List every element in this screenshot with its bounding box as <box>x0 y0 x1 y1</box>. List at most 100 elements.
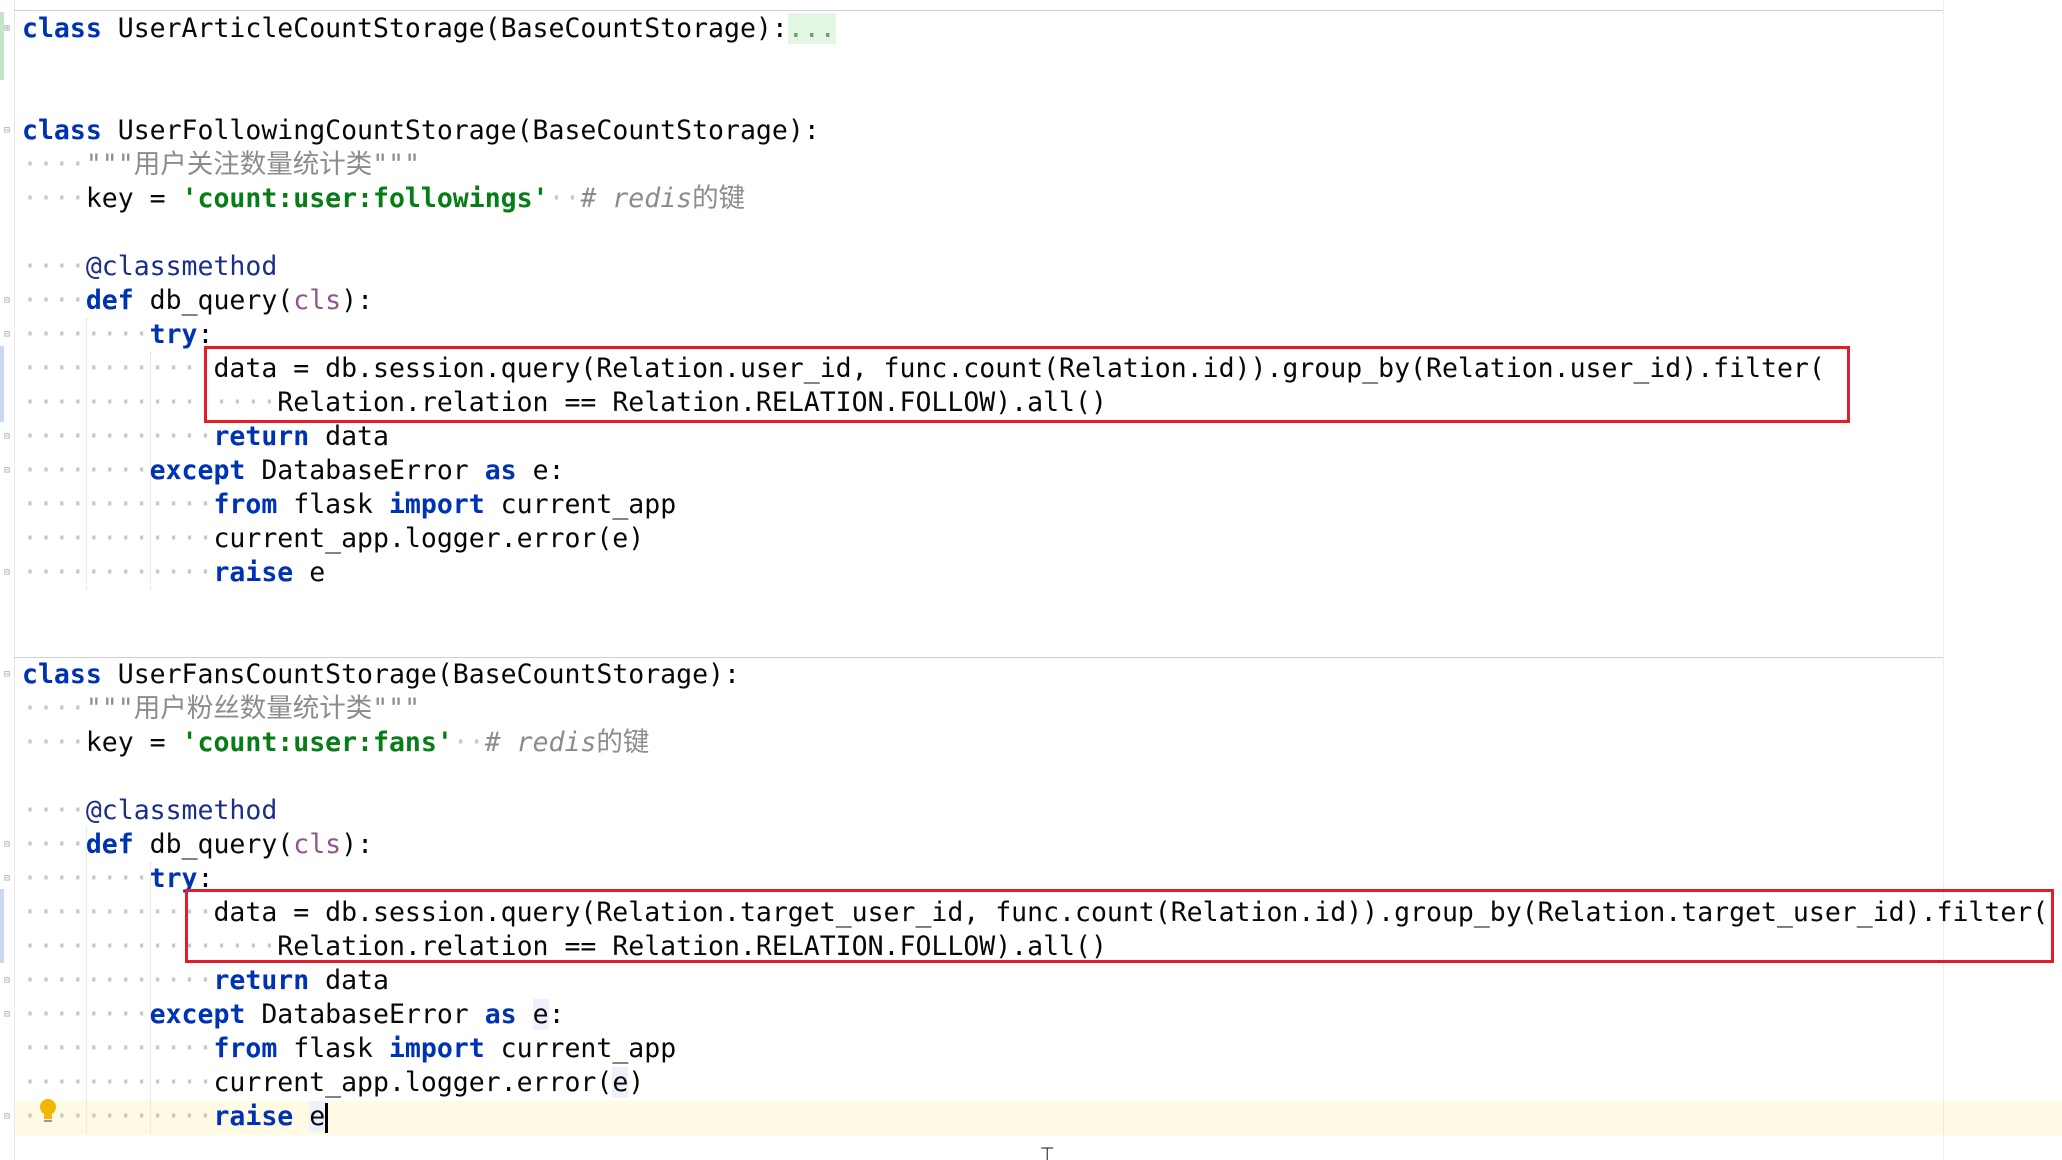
code-editor[interactable]: ⊞ ⊟ ⊟ ⊟ ⊟ ⊟ ⊟ ⊟ ⊟ ⊟ ⊟ ⊟ ⊟ class UserArticleCountStor… <box>0 0 2062 1160</box>
text-cursor-icon: ⌶ <box>1040 1142 1055 1160</box>
code-token: class <box>22 13 102 44</box>
code-token: e: <box>516 455 565 486</box>
fold-marker-icon[interactable]: ⊟ <box>2 126 12 136</box>
code-line[interactable]: ········except DatabaseError as e: <box>22 454 565 488</box>
code-token: raise <box>213 1101 294 1132</box>
code-token: except <box>149 999 246 1030</box>
code-token: ············ <box>22 353 214 384</box>
right-margin-guide <box>1943 0 1944 1160</box>
code-token: e <box>532 999 549 1030</box>
code-line[interactable]: ····"""用户粉丝数量统计类""" <box>22 692 420 726</box>
code-line[interactable]: ····def db_query(cls): <box>22 284 373 318</box>
code-token: return <box>213 965 310 996</box>
code-token: class <box>22 115 102 146</box>
fold-marker-icon[interactable]: ⊟ <box>2 296 12 306</box>
code-token: try <box>149 319 198 350</box>
code-token: flask <box>277 489 389 520</box>
code-line[interactable]: ········try: <box>22 318 213 352</box>
code-token: DatabaseError <box>245 455 485 486</box>
change-marker <box>0 12 4 80</box>
code-token: e <box>309 1101 326 1132</box>
indent-guide <box>150 352 151 590</box>
lightbulb-icon[interactable] <box>38 1097 58 1125</box>
code-token: key = <box>85 183 182 214</box>
code-token: from <box>213 489 278 520</box>
code-line[interactable]: ····def db_query(cls): <box>22 828 373 862</box>
code-token: flask <box>277 1033 389 1064</box>
code-token: ): <box>341 285 374 316</box>
highlight-box-following-query <box>204 346 1850 423</box>
method-separator <box>14 10 1943 11</box>
code-line[interactable]: ············current_app.logger.error(e) <box>22 522 644 556</box>
code-token: from <box>213 1033 278 1064</box>
code-line[interactable]: ····"""用户关注数量统计类""" <box>22 148 420 182</box>
code-token: key = <box>85 727 182 758</box>
code-token: """用户关注数量统计类""" <box>85 149 421 180</box>
code-token: ·· <box>548 183 581 214</box>
code-token: ············ <box>22 489 214 520</box>
code-token: ···· <box>22 183 86 214</box>
code-token: ············ <box>22 523 214 554</box>
code-line[interactable]: ············current_app.logger.error(e) <box>22 1066 644 1100</box>
change-marker <box>0 889 4 963</box>
editor-gutter[interactable]: ⊞ ⊟ ⊟ ⊟ ⊟ ⊟ ⊟ ⊟ ⊟ ⊟ ⊟ ⊟ ⊟ <box>0 0 15 1160</box>
code-token: ············ <box>22 1067 214 1098</box>
code-line[interactable]: ············return data <box>22 964 389 998</box>
code-token: ···· <box>22 727 86 758</box>
code-token: db_query( <box>133 285 294 316</box>
fold-marker-icon[interactable]: ⊟ <box>2 1112 12 1122</box>
code-line[interactable]: ············raise e <box>22 556 325 590</box>
code-token: ···· <box>22 693 86 724</box>
code-token: # redis <box>484 727 597 758</box>
change-marker <box>0 346 4 422</box>
fold-marker-icon[interactable]: ⊟ <box>2 432 12 442</box>
code-token: data <box>309 965 389 996</box>
code-token: ············ <box>22 1033 214 1064</box>
fold-marker-icon[interactable]: ⊟ <box>2 1010 12 1020</box>
fold-marker-icon[interactable]: ⊟ <box>2 840 12 850</box>
code-line[interactable]: ····key = 'count:user:followings'··# red… <box>22 182 745 216</box>
code-token: UserFollowingCountStorage(BaseCountStora… <box>101 115 820 146</box>
code-token: current_app.logger.error(e) <box>213 523 645 554</box>
code-line[interactable]: class UserArticleCountStorage(BaseCountS… <box>22 12 836 46</box>
code-token: ... <box>787 13 836 44</box>
fold-marker-icon[interactable]: ⊟ <box>2 568 12 578</box>
fold-marker-icon[interactable]: ⊟ <box>2 670 12 680</box>
code-token: ············ <box>22 965 214 996</box>
code-token: ) <box>628 1067 645 1098</box>
code-line[interactable]: ············return data <box>22 420 389 454</box>
code-token: @classmethod <box>85 795 278 826</box>
code-token: ···· <box>22 285 86 316</box>
fold-marker-icon[interactable]: ⊟ <box>2 330 12 340</box>
code-token: e <box>293 557 326 588</box>
indent-guide <box>86 828 87 1134</box>
code-line[interactable]: ····@classmethod <box>22 250 277 284</box>
code-token: ············ <box>22 557 214 588</box>
code-token: class <box>22 659 102 690</box>
code-token: current_app.logger.error( <box>213 1067 613 1098</box>
fold-marker-icon[interactable]: ⊟ <box>2 466 12 476</box>
code-token: : <box>548 999 565 1030</box>
code-token: import <box>388 1033 485 1064</box>
code-line[interactable]: ····key = 'count:user:fans'··# redis的键 <box>22 726 649 760</box>
fold-marker-icon[interactable]: ⊟ <box>2 976 12 986</box>
code-token: ): <box>341 829 374 860</box>
code-line[interactable]: ············from flask import current_ap… <box>22 488 676 522</box>
code-token: cls <box>293 285 342 316</box>
code-line[interactable]: ····@classmethod <box>22 794 277 828</box>
code-token: ···· <box>22 149 86 180</box>
code-line[interactable]: class UserFollowingCountStorage(BaseCoun… <box>22 114 820 148</box>
code-token: UserArticleCountStorage(BaseCountStorage… <box>101 13 788 44</box>
code-token: ·· <box>452 727 485 758</box>
code-line[interactable]: ········except DatabaseError as e: <box>22 998 565 1032</box>
code-line[interactable]: ············from flask import current_ap… <box>22 1032 676 1066</box>
fold-marker-icon[interactable]: ⊟ <box>2 874 12 884</box>
code-token: ············ <box>22 421 214 452</box>
code-token: DatabaseError <box>245 999 485 1030</box>
code-line[interactable]: class UserFansCountStorage(BaseCountStor… <box>22 658 740 692</box>
code-token: current_app <box>484 489 677 520</box>
code-token: data <box>309 421 389 452</box>
code-line[interactable]: ············raise e <box>22 1100 326 1134</box>
